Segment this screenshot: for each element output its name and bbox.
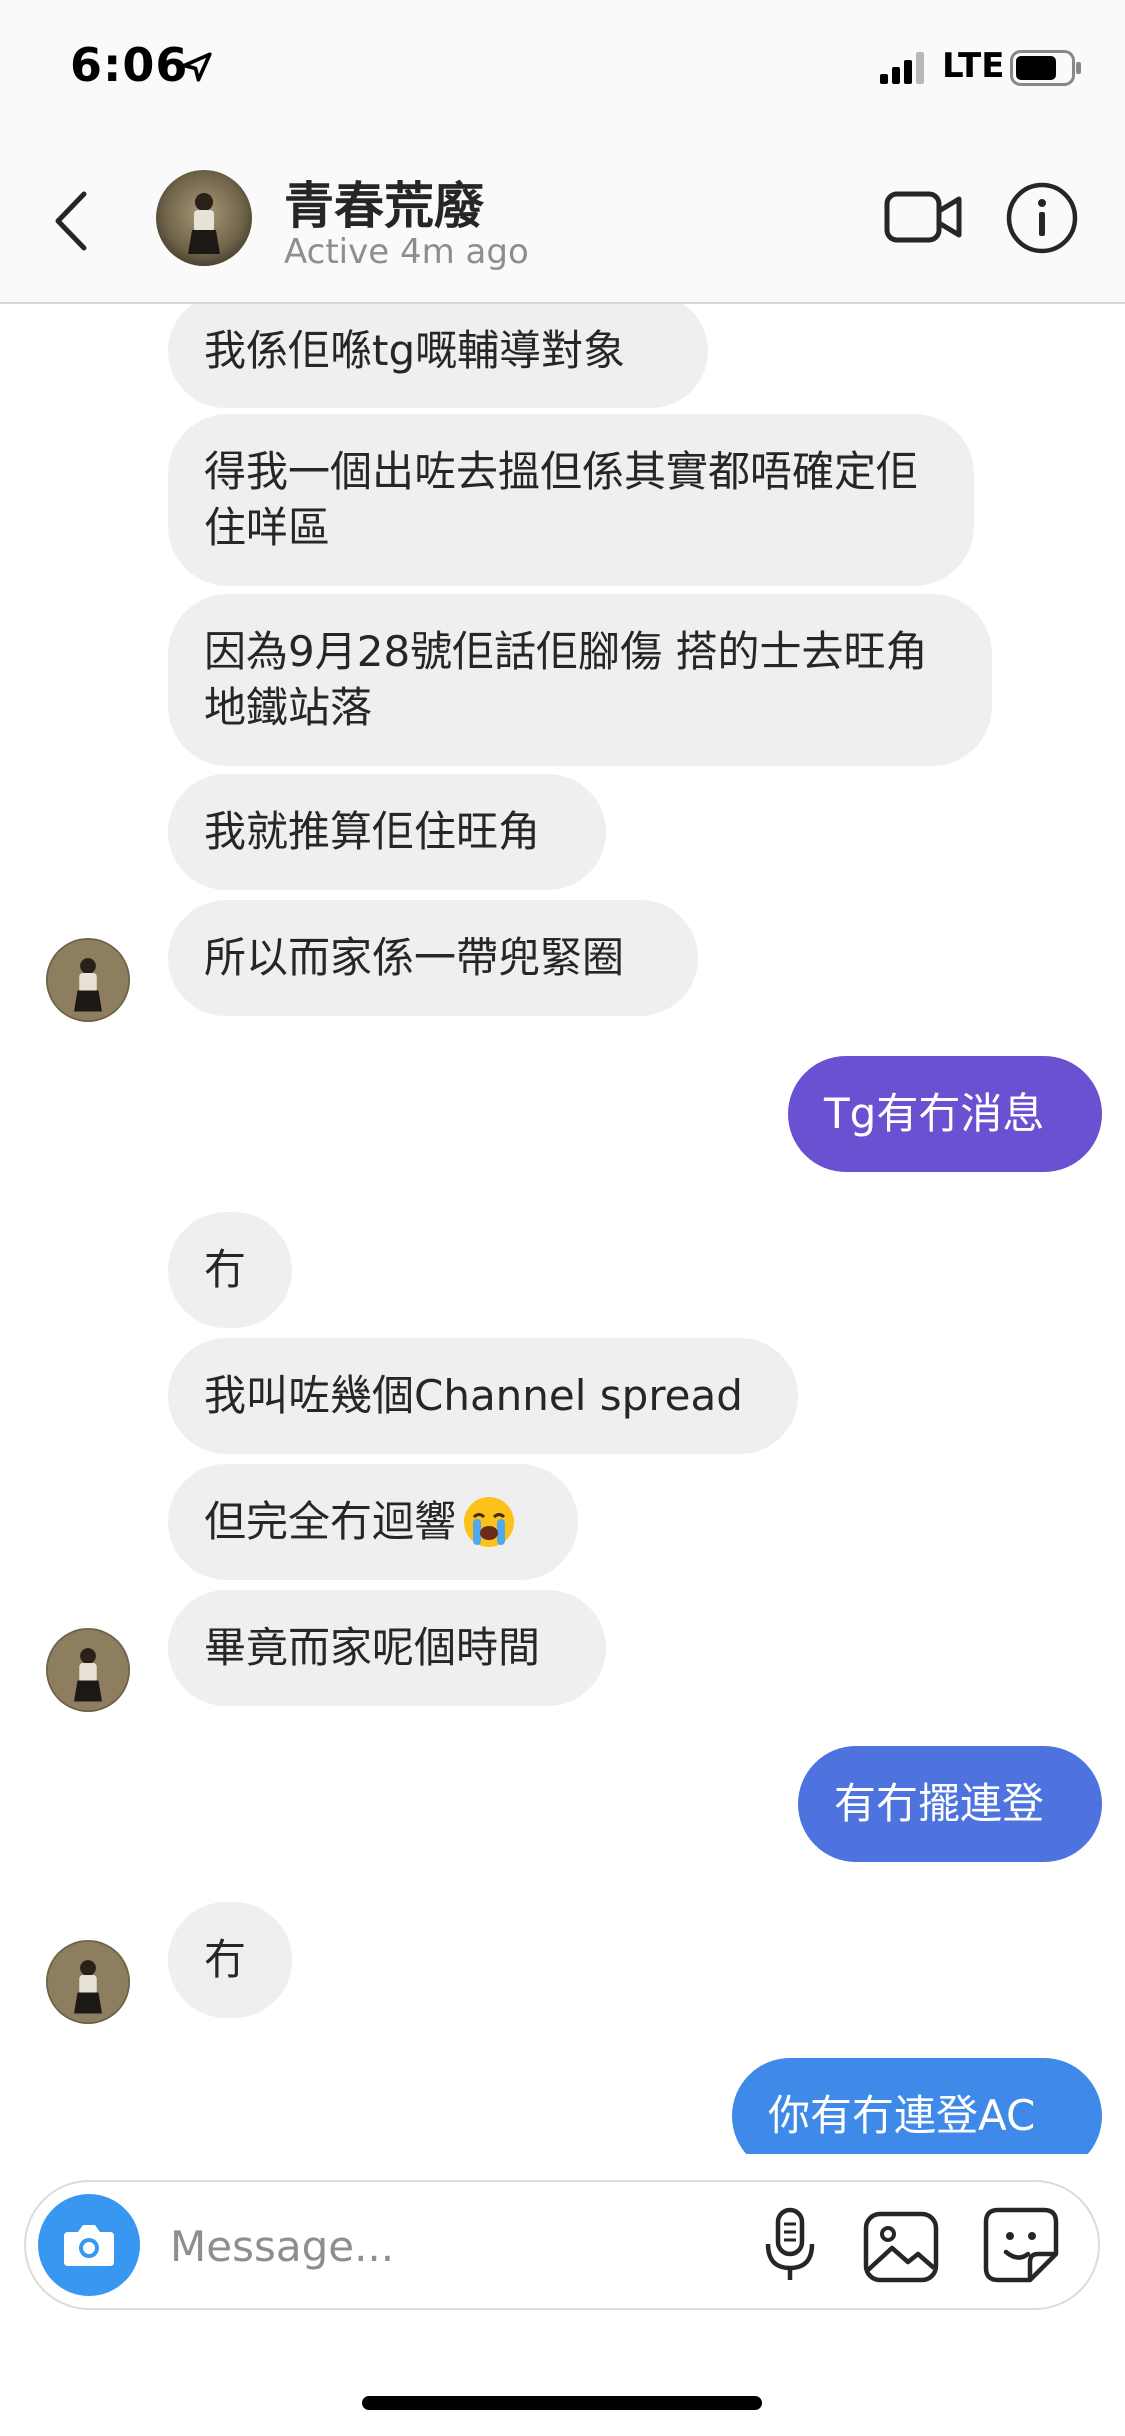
camera-icon — [64, 2225, 114, 2266]
status-time: 6:06 — [70, 38, 189, 92]
video-camera-icon[interactable] — [884, 184, 964, 250]
message-text: 我就推算佢住旺角 — [204, 807, 541, 856]
avatar[interactable] — [46, 1628, 130, 1712]
message-text: 所以而家係一帶兜緊圈 — [204, 933, 625, 982]
status-bar: 6:06 LTE — [0, 0, 1125, 140]
message-composer — [24, 2180, 1100, 2310]
message-bubble-incoming[interactable]: 所以而家係一帶兜緊圈 — [168, 900, 698, 1016]
avatar[interactable] — [46, 1940, 130, 2024]
message-bubble-incoming[interactable]: 我係佢喺tg嘅輔導對象 — [168, 304, 708, 408]
chevron-left-icon[interactable] — [46, 186, 96, 256]
avatar-photo — [46, 1940, 130, 2024]
message-text: 冇 — [204, 1935, 247, 1984]
message-bubble-incoming[interactable]: 但完全冇迴響 — [168, 1464, 578, 1580]
message-bubble-incoming[interactable]: 得我一個出咗去搵但係其實都唔確定佢住咩區 — [168, 414, 974, 586]
message-input[interactable] — [168, 2212, 732, 2280]
cellular-signal-icon — [880, 52, 924, 84]
message-thread[interactable]: 我係佢喺tg嘅輔導對象 得我一個出咗去搵但係其實都唔確定佢住咩區 因為9月28號… — [0, 304, 1125, 2154]
message-text: 你有冇連登AC — [768, 2091, 1036, 2140]
active-status: Active 4m ago — [284, 232, 529, 272]
battery-icon — [1010, 50, 1081, 86]
message-bubble-incoming[interactable]: 冇 — [168, 1212, 292, 1328]
avatar[interactable] — [156, 170, 252, 266]
message-text: 因為9月28號佢話佢腳傷 搭的士去旺角地鐵站落 — [204, 627, 928, 732]
message-text: 畢竟而家呢個時間 — [204, 1623, 541, 1672]
message-text: Tg有冇消息 — [824, 1089, 1045, 1138]
message-bubble-incoming[interactable]: 我叫咗幾個Channel spread — [168, 1338, 798, 1454]
home-indicator[interactable] — [362, 2396, 762, 2410]
info-icon[interactable] — [1004, 180, 1080, 256]
message-bubble-outgoing[interactable]: 你有冇連登AC — [732, 2058, 1102, 2154]
message-text: 但完全冇迴響 — [204, 1497, 457, 1546]
message-bubble-incoming[interactable]: 因為9月28號佢話佢腳傷 搭的士去旺角地鐵站落 — [168, 594, 992, 766]
message-bubble-incoming[interactable]: 畢竟而家呢個時間 — [168, 1590, 606, 1706]
message-text: 冇 — [204, 1245, 247, 1294]
message-text: 我係佢喺tg嘅輔導對象 — [204, 326, 626, 375]
message-text: 有冇擺連登 — [834, 1779, 1045, 1828]
message-text: 我叫咗幾個Channel spread — [204, 1371, 743, 1420]
network-label: LTE — [942, 46, 1005, 86]
message-bubble-outgoing[interactable]: 有冇擺連登 — [798, 1746, 1102, 1862]
contact-name[interactable]: 青春荒廢 — [284, 166, 484, 238]
message-bubble-outgoing[interactable]: Tg有冇消息 — [788, 1056, 1102, 1172]
avatar-photo — [46, 938, 130, 1022]
avatar-photo — [46, 1628, 130, 1712]
camera-button[interactable] — [38, 2194, 140, 2296]
dm-thread-screen: 6:06 LTE 青春荒廢 Active 4m ago 我係佢喺tg嘅輔導對象 … — [0, 0, 1125, 2436]
crying-face-emoji-icon — [464, 1497, 515, 1547]
thread-header: 青春荒廢 Active 4m ago — [0, 140, 1125, 304]
message-text: 得我一個出咗去搵但係其實都唔確定佢住咩區 — [204, 447, 919, 552]
microphone-icon[interactable] — [758, 2206, 822, 2286]
location-arrow-icon — [182, 52, 212, 82]
message-bubble-incoming[interactable]: 我就推算佢住旺角 — [168, 774, 606, 890]
message-bubble-incoming[interactable]: 冇 — [168, 1902, 292, 2018]
gallery-icon[interactable] — [862, 2210, 940, 2284]
avatar-photo — [156, 170, 252, 266]
avatar[interactable] — [46, 938, 130, 1022]
sticker-icon[interactable] — [982, 2206, 1060, 2284]
